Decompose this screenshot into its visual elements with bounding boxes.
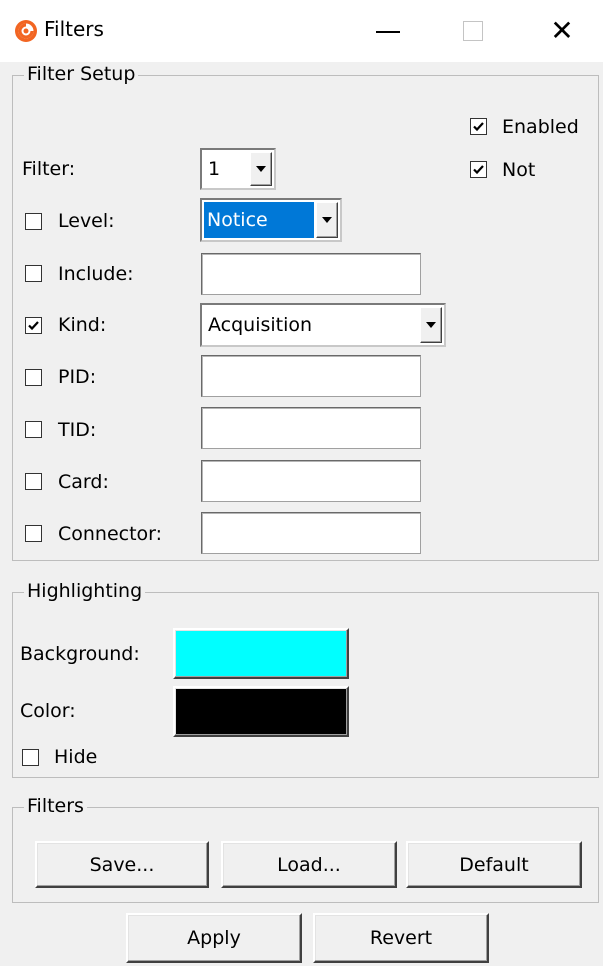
load-button[interactable]: Load...: [221, 841, 397, 888]
maximize-button[interactable]: [428, 0, 518, 62]
tid-checkbox[interactable]: [25, 421, 42, 438]
chevron-down-icon: [322, 217, 332, 223]
close-button[interactable]: ✕: [517, 0, 603, 62]
filter-number-select[interactable]: 1: [200, 148, 276, 190]
kind-select[interactable]: Acquisition: [200, 303, 446, 347]
filter-number-value: 1: [208, 158, 221, 180]
pid-label: PID:: [58, 366, 97, 388]
connector-input[interactable]: [201, 512, 421, 554]
include-input[interactable]: [201, 253, 421, 295]
close-icon: ✕: [550, 14, 574, 47]
card-checkbox[interactable]: [25, 473, 42, 490]
checkmark-icon: [28, 321, 39, 331]
kind-checkbox[interactable]: [25, 317, 42, 334]
apply-button[interactable]: Apply: [126, 913, 302, 963]
include-label: Include:: [58, 263, 134, 285]
filters-group-title: Filters: [24, 795, 87, 817]
kind-value: Acquisition: [208, 314, 313, 336]
card-input[interactable]: [201, 460, 421, 502]
kind-label: Kind:: [58, 314, 107, 336]
card-label: Card:: [58, 471, 109, 493]
checkmark-icon: [473, 165, 484, 175]
kind-dropdown-button[interactable]: [420, 307, 442, 343]
checkmark-icon: [473, 122, 484, 132]
pid-checkbox[interactable]: [25, 369, 42, 386]
background-label: Background:: [20, 643, 140, 665]
not-label: Not: [502, 159, 536, 181]
tid-input[interactable]: [201, 407, 421, 449]
window-title: Filters: [44, 17, 104, 41]
include-checkbox[interactable]: [25, 265, 42, 282]
pid-input[interactable]: [201, 355, 421, 397]
default-button[interactable]: Default: [406, 841, 582, 888]
color-label: Color:: [20, 700, 76, 722]
level-select[interactable]: Notice: [200, 198, 342, 242]
filter-setup-title: Filter Setup: [24, 63, 139, 85]
level-checkbox[interactable]: [25, 213, 42, 230]
connector-checkbox[interactable]: [25, 525, 42, 542]
filter-number-dropdown-button[interactable]: [250, 152, 272, 186]
enabled-label: Enabled: [502, 116, 579, 138]
minimize-button[interactable]: [343, 0, 433, 62]
chevron-down-icon: [256, 166, 266, 172]
highlighting-group: [12, 592, 599, 778]
save-button[interactable]: Save...: [35, 841, 209, 888]
filter-label: Filter:: [22, 158, 76, 180]
revert-button[interactable]: Revert: [313, 913, 489, 963]
title-bar: Filters ✕: [0, 0, 603, 62]
not-checkbox[interactable]: [470, 161, 487, 178]
hide-label: Hide: [54, 746, 98, 768]
app-logo-icon: [14, 19, 38, 43]
hide-checkbox[interactable]: [22, 749, 39, 766]
level-label: Level:: [58, 210, 115, 232]
chevron-down-icon: [426, 322, 436, 328]
maximize-icon: [463, 21, 483, 41]
text-color-swatch[interactable]: [173, 686, 349, 737]
connector-label: Connector:: [58, 523, 163, 545]
tid-label: TID:: [58, 419, 97, 441]
highlighting-title: Highlighting: [24, 580, 146, 602]
level-dropdown-button[interactable]: [316, 202, 338, 238]
level-value: Notice: [204, 202, 314, 238]
minimize-icon: [376, 31, 400, 33]
background-color-swatch[interactable]: [173, 628, 349, 679]
enabled-checkbox[interactable]: [470, 118, 487, 135]
